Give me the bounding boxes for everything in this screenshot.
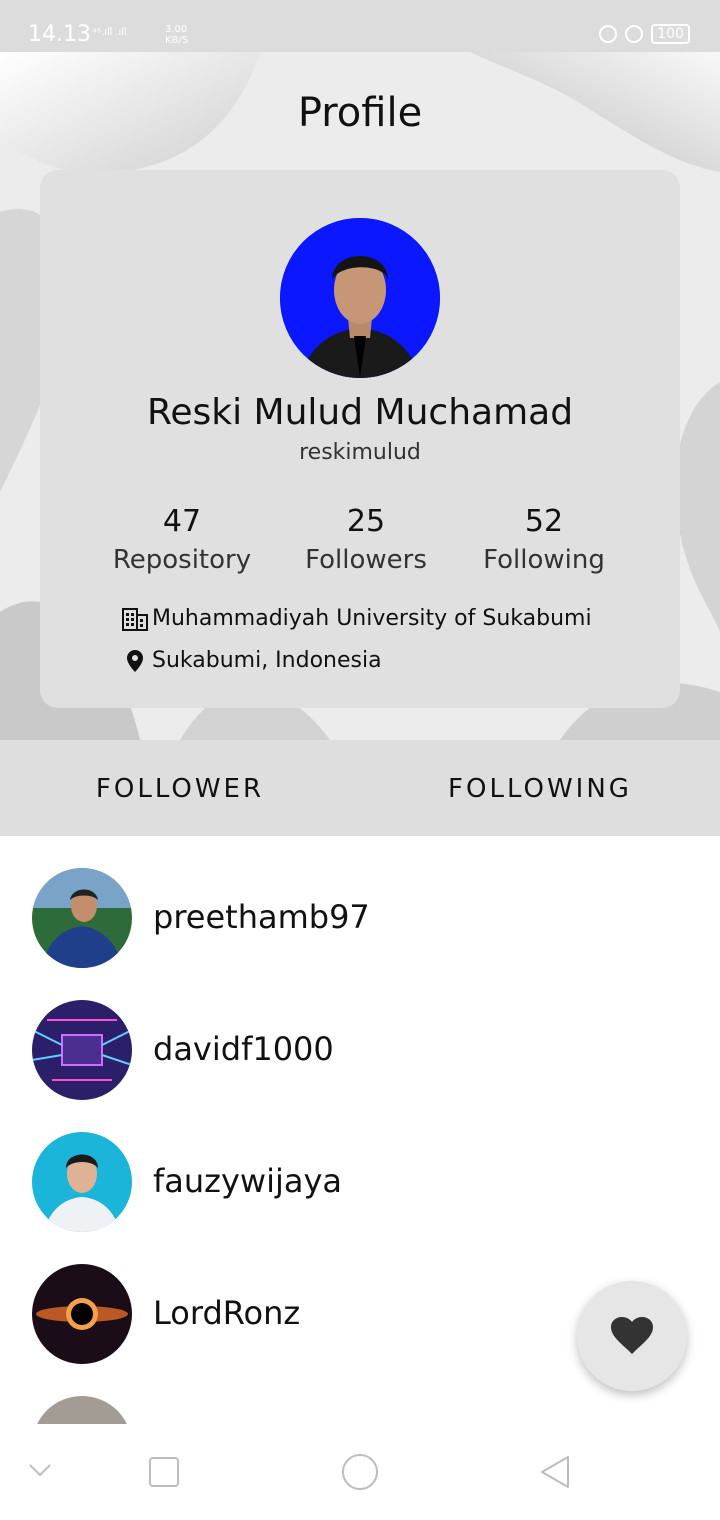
tab-following[interactable]: FOLLOWING — [360, 740, 720, 836]
status-bar: 14.13 ⁴⁶.ıll .ıll 3.00 KB/S 100 — [0, 0, 720, 52]
speed-unit: KB/S — [165, 35, 189, 46]
username: preethamb97 — [153, 898, 370, 936]
back-icon[interactable] — [538, 1454, 574, 1490]
profile-company: Muhammadiyah University of Sukabumi — [122, 606, 592, 631]
heart-icon — [611, 1317, 653, 1354]
stat-label: Followers — [305, 545, 427, 575]
username: davidf1000 — [153, 1030, 334, 1068]
stat-label: Following — [483, 545, 605, 575]
page-title: Profile — [297, 90, 423, 136]
status-icons: 100 — [599, 24, 690, 44]
user-avatar — [32, 868, 132, 968]
location-text: Sukabumi, Indonesia — [152, 648, 382, 673]
list-item[interactable]: fauzywijaya — [0, 1100, 720, 1232]
building-icon — [122, 607, 148, 631]
stat-repository: 47 Repository — [92, 504, 272, 575]
signal-icon: ⁴⁶.ıll .ıll — [92, 26, 127, 38]
list-item[interactable]: preethamb97 — [0, 836, 720, 968]
profile-avatar — [280, 218, 440, 378]
stat-value: 47 — [162, 504, 202, 539]
stat-following: 52 Following — [454, 504, 634, 575]
profile-location: Sukabumi, Indonesia — [126, 648, 382, 673]
username: fauzywijaya — [153, 1162, 342, 1200]
stat-followers: 25 Followers — [276, 504, 456, 575]
system-nav-bar — [0, 1424, 720, 1520]
list-item[interactable]: davidf1000 — [0, 968, 720, 1100]
user-avatar — [32, 1396, 132, 1424]
username: LordRonz — [153, 1294, 301, 1332]
favorite-fab[interactable] — [577, 1281, 687, 1391]
recent-apps-icon[interactable] — [148, 1456, 180, 1488]
tab-follower[interactable]: FOLLOWER — [0, 740, 360, 836]
network-speed: 3.00 KB/S — [165, 24, 188, 46]
follow-tabs: FOLLOWER FOLLOWING — [0, 740, 720, 836]
profile-card: Reski Mulud Muchamad reskimulud 47 Repos… — [40, 170, 680, 708]
stat-label: Repository — [112, 545, 252, 575]
user-avatar — [32, 1132, 132, 1232]
rotation-lock-icon — [599, 25, 618, 43]
stat-value: 52 — [524, 504, 564, 539]
avatar-photo — [280, 218, 440, 378]
status-time: 14.13 — [28, 22, 91, 47]
map-pin-icon — [127, 649, 143, 672]
profile-name: Reski Mulud Muchamad — [146, 392, 574, 433]
stat-value: 25 — [346, 504, 386, 539]
user-avatar — [32, 1000, 132, 1100]
home-icon[interactable] — [340, 1452, 380, 1492]
chevron-down-icon[interactable] — [28, 1462, 52, 1478]
alarm-icon — [625, 25, 644, 43]
profile-username: reskimulud — [299, 440, 421, 465]
user-avatar — [32, 1264, 132, 1364]
speed-value: 3.00 — [165, 24, 188, 35]
company-text: Muhammadiyah University of Sukabumi — [152, 606, 592, 631]
battery-icon: 100 — [651, 24, 690, 44]
